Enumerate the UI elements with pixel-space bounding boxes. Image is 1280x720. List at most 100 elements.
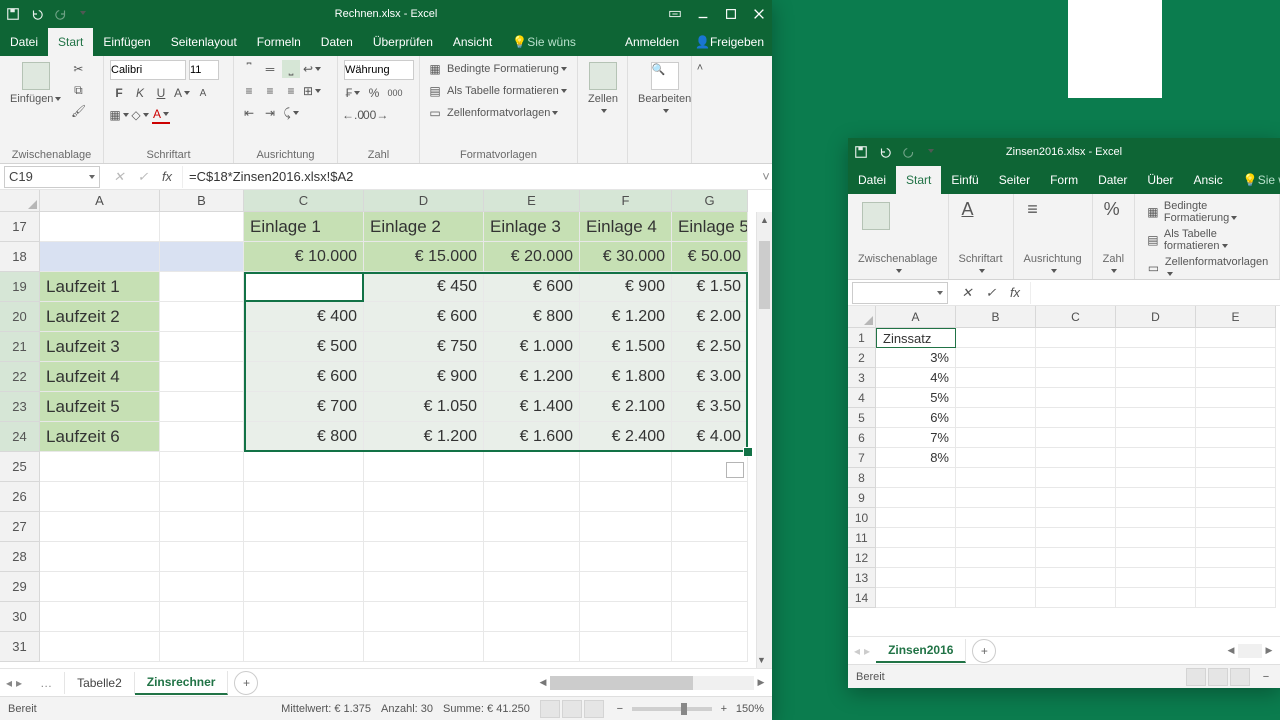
tab-seiter-2[interactable]: Seiter [989,166,1040,194]
cell-B21[interactable] [160,332,244,362]
cell-A17[interactable] [40,212,160,242]
cell-F28[interactable] [580,542,672,572]
cell-E28[interactable] [484,542,580,572]
cell-E19[interactable]: € 600 [484,272,580,302]
cell-A19[interactable]: Laufzeit 1 [40,272,160,302]
underline-icon[interactable]: U [152,84,170,102]
sheet-tab-tabelle2[interactable]: Tabelle2 [65,672,135,694]
cell-2-E9[interactable] [1196,488,1276,508]
add-sheet-button-2[interactable]: + [972,639,996,663]
cell-C30[interactable] [244,602,364,632]
as-table-button-2[interactable]: ▤Als Tabelle formatieren [1145,228,1269,252]
cell-2-E12[interactable] [1196,548,1276,568]
cell-G19[interactable]: € 1.50 [672,272,748,302]
row-header-2-12[interactable]: 12 [848,548,876,568]
cancel-formula-icon-2[interactable]: ✕ [958,285,976,301]
cell-2-A6[interactable]: 7% [876,428,956,448]
cell-A29[interactable] [40,572,160,602]
cell-E17[interactable]: Einlage 3 [484,212,580,242]
cell-2-A2[interactable]: 3% [876,348,956,368]
cell-D23[interactable]: € 1.050 [364,392,484,422]
italic-icon[interactable]: K [131,84,149,102]
row-header-29[interactable]: 29 [0,572,40,602]
cell-2-B8[interactable] [956,468,1036,488]
sheet-tab-ellipsis[interactable]: … [28,672,65,694]
sheet-nav-first-2[interactable]: ◂ [854,644,860,658]
cell-D25[interactable] [364,452,484,482]
cell-2-E10[interactable] [1196,508,1276,528]
cell-C21[interactable]: € 500 [244,332,364,362]
cell-2-D4[interactable] [1116,388,1196,408]
cell-2-E2[interactable] [1196,348,1276,368]
cell-2-A3[interactable]: 4% [876,368,956,388]
row-header-30[interactable]: 30 [0,602,40,632]
col-header-2-E[interactable]: E [1196,306,1276,328]
font-icon-2[interactable]: A [959,200,977,218]
vertical-scrollbar[interactable]: ▲ ▼ [756,212,772,668]
col-header-G[interactable]: G [672,190,748,212]
cell-E29[interactable] [484,572,580,602]
cell-2-B14[interactable] [956,588,1036,608]
cell-A24[interactable]: Laufzeit 6 [40,422,160,452]
tell-me-2[interactable]: 💡 Sie wüns [1233,166,1280,194]
row-header-2-13[interactable]: 13 [848,568,876,588]
row-header-2-9[interactable]: 9 [848,488,876,508]
cell-2-C14[interactable] [1036,588,1116,608]
row-header-2-2[interactable]: 2 [848,348,876,368]
zoom-control-2[interactable]: − [1260,671,1272,683]
share-button[interactable]: 👤 Freigeben [687,35,772,49]
sheet-nav-last-icon[interactable]: ▸ [16,676,22,690]
row-header-2-8[interactable]: 8 [848,468,876,488]
font-name-combo[interactable] [110,60,186,80]
cell-B19[interactable] [160,272,244,302]
indent-decrease-icon[interactable]: ⇤ [240,104,258,122]
col-header-D[interactable]: D [364,190,484,212]
name-box[interactable]: C19 [4,166,100,188]
cell-A18[interactable] [40,242,160,272]
cell-2-D12[interactable] [1116,548,1196,568]
scroll-up-icon[interactable]: ▲ [757,212,772,228]
cell-E20[interactable]: € 800 [484,302,580,332]
row-header-19[interactable]: 19 [0,272,40,302]
tab-einfu-2[interactable]: Einfü [941,166,988,194]
spreadsheet-grid-2[interactable]: ABCDE 1234567891011121314 Zinssatz3%4%5%… [848,306,1280,636]
cell-2-C13[interactable] [1036,568,1116,588]
cell-E21[interactable]: € 1.000 [484,332,580,362]
cell-2-A11[interactable] [876,528,956,548]
row-header-2-14[interactable]: 14 [848,588,876,608]
cell-2-D1[interactable] [1116,328,1196,348]
tab-ansic-2[interactable]: Ansic [1183,166,1232,194]
cell-D18[interactable]: € 15.000 [364,242,484,272]
sheet-tab-zinsrechner[interactable]: Zinsrechner [135,671,229,695]
cell-2-A10[interactable] [876,508,956,528]
zoom-in-icon[interactable]: + [718,703,730,715]
col-header-A[interactable]: A [40,190,160,212]
maximize-icon[interactable] [724,7,738,21]
redo-icon[interactable] [54,7,68,21]
col-header-B[interactable]: B [160,190,244,212]
wrap-text-icon[interactable]: ↩ [303,60,321,78]
fill-color-icon[interactable]: ◇ [131,106,149,124]
cell-2-B12[interactable] [956,548,1036,568]
tab-uberprufen[interactable]: Überprüfen [363,28,443,56]
view-pagelayout-2[interactable] [1208,668,1228,686]
scroll-right-icon[interactable]: ▶ [754,677,768,688]
cell-2-C8[interactable] [1036,468,1116,488]
cell-2-E3[interactable] [1196,368,1276,388]
cell-E23[interactable]: € 1.400 [484,392,580,422]
undo-icon-2[interactable] [878,145,892,159]
cell-2-C10[interactable] [1036,508,1116,528]
row-header-2-10[interactable]: 10 [848,508,876,528]
cell-2-A1[interactable]: Zinssatz [876,328,956,348]
row-header-2-11[interactable]: 11 [848,528,876,548]
cell-2-B1[interactable] [956,328,1036,348]
cell-E27[interactable] [484,512,580,542]
zoom-control[interactable]: − + 150% [614,703,764,715]
spreadsheet-grid[interactable]: ABCDEFG 171819202122232425262728293031 E… [0,190,772,668]
cell-2-D9[interactable] [1116,488,1196,508]
tab-seitenlayout[interactable]: Seitenlayout [161,28,247,56]
view-pagebreak-icon[interactable] [584,700,604,718]
tab-ansicht[interactable]: Ansicht [443,28,502,56]
percent-icon[interactable]: % [365,84,383,102]
zoom-out-icon[interactable]: − [614,703,626,715]
